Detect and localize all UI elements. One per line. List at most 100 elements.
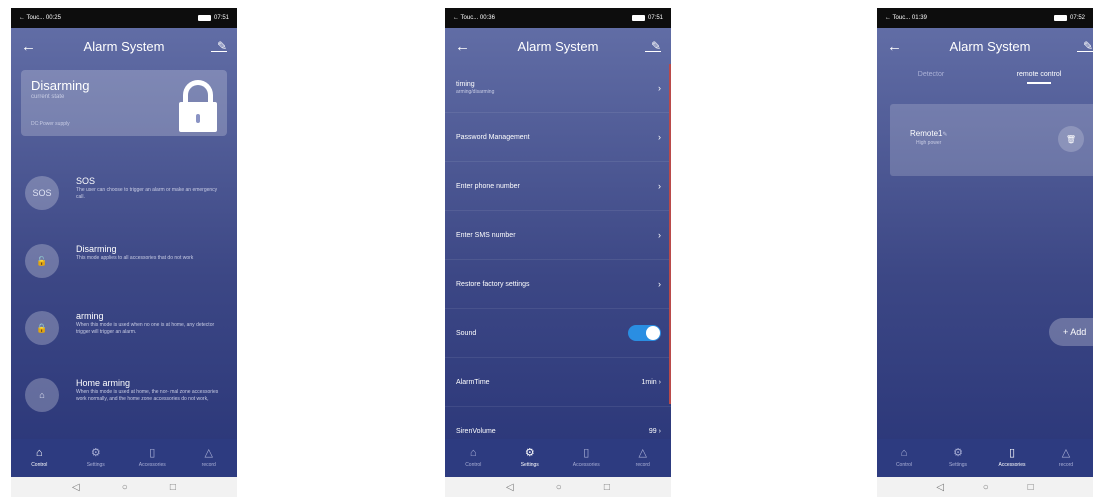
sos-icon: SOS [25,176,59,210]
recents-square-icon[interactable]: □ [170,482,176,493]
edit-small-icon[interactable]: ✎ [942,132,947,138]
nav-label: Control [465,462,482,468]
edit-icon[interactable]: ✎ [1077,40,1093,52]
mode-desc: When this mode is used when no one is at… [76,322,215,335]
nav-label: Accessories [998,462,1026,468]
sound-toggle[interactable] [628,325,661,341]
setting-row-alarmtime[interactable]: AlarmTime 1min › [445,358,671,407]
lock-icon: 🔒 [25,311,59,345]
nav-accessories[interactable]: ▯ Accessories [561,447,611,469]
mode-disarming[interactable]: 🔓 Disarming This mode applies to all acce… [25,244,225,278]
accessories-icon: ▯ [583,447,590,459]
current-state-card: Disarming current state DC:Power supply [21,70,227,136]
settings-list: timing arming/disarming › Password Manage… [445,64,671,456]
mode-sos[interactable]: SOS SOS The user can choose to trigger an… [25,176,225,210]
page-title: Alarm System [517,38,599,54]
nav-record[interactable]: △ record [184,447,234,469]
tab-detector[interactable]: Detector [877,71,985,78]
nav-control[interactable]: ⌂ Control [879,448,929,469]
nav-control[interactable]: ⌂ Control [448,447,498,469]
chevron-right-icon: › [658,132,661,142]
status-time: 07:52 [1069,15,1085,21]
nav-record[interactable]: △ record [1041,448,1091,469]
setting-row-timing[interactable]: timing arming/disarming › [445,64,671,113]
status-app[interactable]: ← Touc... 00:36 [453,15,495,21]
unlock-icon [179,80,217,132]
back-arrow-icon[interactable]: ← [455,38,471,55]
app-bar: ← Alarm System ✎ [445,28,671,64]
nav-label: Settings [948,462,968,468]
mode-desc: The user can choose to trigger an alarm … [76,187,218,200]
nav-label: record [635,462,650,468]
home-circle-icon[interactable]: ○ [556,482,562,493]
home-circle-icon[interactable]: ○ [983,482,989,493]
back-triangle-icon[interactable]: ◁ [506,482,514,493]
chevron-right-icon: › [658,181,661,191]
mode-title: Home arming [76,378,131,388]
system-nav-bar: ◁ ○ □ [11,477,237,497]
chevron-right-icon: › [658,230,661,240]
row-label: Enter SMS number [456,231,516,239]
setting-row-password[interactable]: Password Management › [445,113,671,162]
status-time: 07:51 [647,15,663,21]
back-arrow-icon[interactable]: ← [21,38,37,55]
row-label: Password Management [456,133,530,141]
status-app[interactable]: ← Touc... 00:25 [19,15,61,21]
warning-icon: △ [638,447,647,459]
battery-indicator: 07:51 [197,15,229,21]
recents-square-icon[interactable]: □ [1028,482,1034,493]
phone-control-screen: ← Touc... 00:25 07:51 ← Alarm System ✎ D… [11,8,237,497]
mode-arming[interactable]: 🔒 arming When this mode is used when no o… [25,311,225,345]
chevron-right-icon: › [658,427,661,435]
tab-remote-control[interactable]: remote control [985,71,1093,84]
nav-settings[interactable]: ⚙ Settings [933,447,983,469]
accessories-icon: ▯ [1008,447,1016,459]
mode-title: arming [76,311,104,321]
setting-row-sms[interactable]: Enter SMS number › [445,211,671,260]
row-label: Enter phone number [456,182,520,190]
battery-indicator: 07:51 [631,15,663,21]
bottom-nav: ⌂ Control ⚙ Settings ▯ Accessories △ record [877,439,1093,477]
recents-square-icon[interactable]: □ [604,482,610,493]
mode-title: Disarming [76,244,117,254]
nav-label: Settings [520,462,539,468]
add-button[interactable]: + Add [1049,318,1093,346]
nav-label: Settings [86,462,105,468]
mode-home-arming[interactable]: ⌂ Home arming When this mode is used at h… [25,378,225,412]
page-title: Alarm System [949,38,1031,54]
row-label: Sound [456,329,477,337]
remote-card[interactable]: Remote1✎ High power 🗑 [890,104,1093,176]
nav-control[interactable]: ⌂ Control [14,448,64,469]
back-arrow-icon[interactable]: ← [887,38,903,55]
gear-icon: ⚙ [953,447,963,459]
gear-icon: ⚙ [524,447,535,459]
trash-icon[interactable]: 🗑 [1058,126,1084,152]
scrollbar[interactable] [669,64,671,404]
nav-accessories[interactable]: ▯ Accessories [127,448,177,469]
edit-icon[interactable]: ✎ [211,40,227,52]
status-bar: ← Touc... 01:39 07:52 [877,8,1093,28]
status-app[interactable]: ← Touc... 01:39 [885,15,927,21]
nav-settings[interactable]: ⚙ Settings [71,447,121,469]
setting-row-restore[interactable]: Restore factory settings › [445,260,671,309]
home-circle-icon[interactable]: ○ [122,482,128,493]
nav-settings[interactable]: ⚙ Settings [505,447,555,469]
app-bar: ← Alarm System ✎ [11,28,237,64]
status-bar: ← Touc... 00:36 07:51 [445,8,671,28]
battery-icon [631,15,645,21]
battery-indicator: 07:52 [1053,15,1085,21]
battery-icon [197,15,211,21]
back-triangle-icon[interactable]: ◁ [936,482,944,493]
setting-row-phone[interactable]: Enter phone number › [445,162,671,211]
remote-power: High power [916,140,942,146]
home-icon: ⌂ [469,447,477,459]
gear-icon: ⚙ [90,447,101,459]
unlock-icon: 🔓 [25,244,59,278]
warning-icon: △ [204,447,213,459]
nav-record[interactable]: △ record [618,447,668,469]
back-triangle-icon[interactable]: ◁ [72,482,80,493]
edit-icon[interactable]: ✎ [645,40,661,52]
tab-bar: Detector remote control [877,64,1093,84]
status-time: 07:51 [213,15,229,21]
nav-accessories[interactable]: ▯ Accessories [987,447,1037,469]
